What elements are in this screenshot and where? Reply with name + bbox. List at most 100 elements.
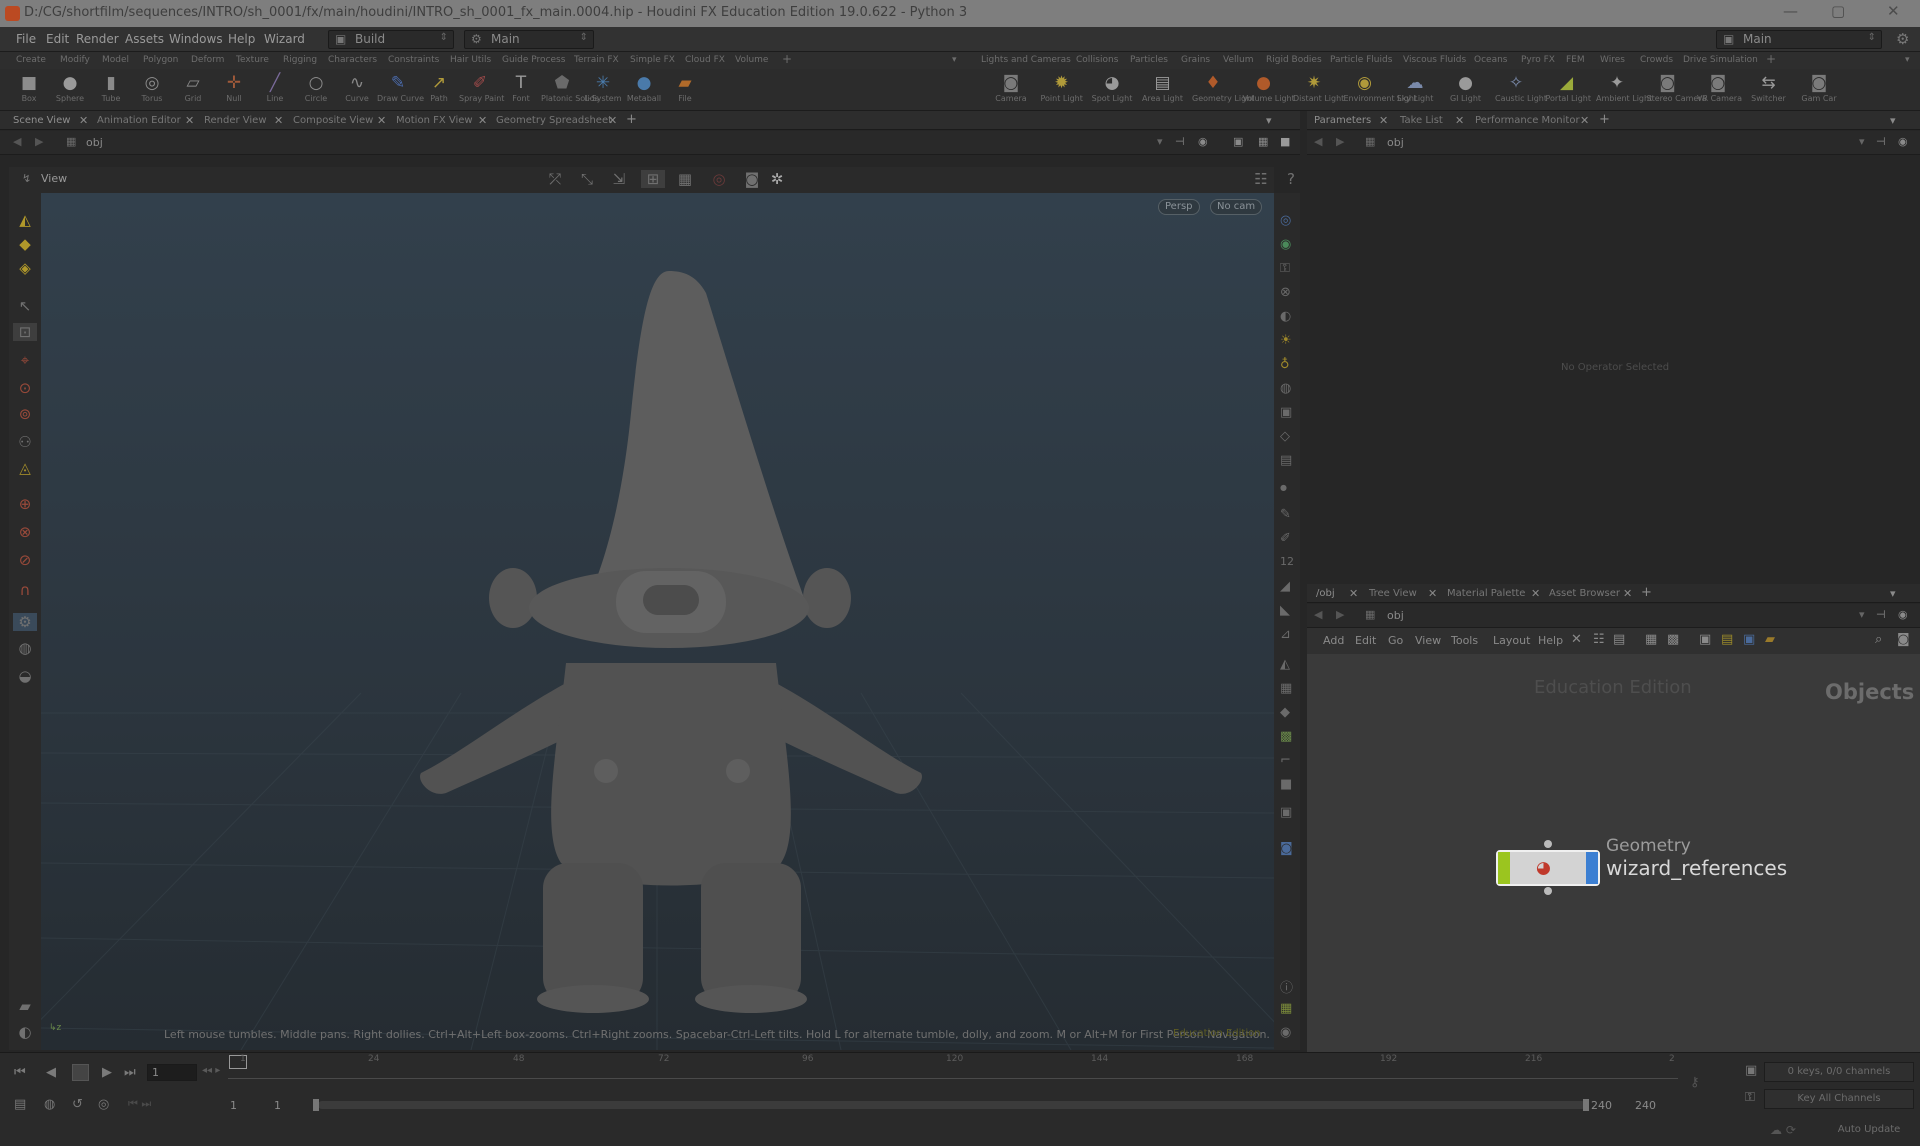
tool-icon[interactable]: ◐	[13, 1023, 37, 1041]
shelf-tab[interactable]: Particle Fluids	[1330, 55, 1392, 65]
shelf-tab[interactable]: Oceans	[1474, 55, 1507, 65]
tool-icon[interactable]: ◭	[13, 211, 37, 229]
back-arrow-icon[interactable]: ◀	[13, 135, 21, 148]
tool-torus[interactable]: ◎ Torus	[131, 72, 173, 103]
stop-button[interactable]	[72, 1064, 89, 1081]
minimize-icon[interactable]: —	[1783, 2, 1798, 20]
params-path-value[interactable]: obj	[1387, 136, 1404, 149]
node-name-label[interactable]: wizard_references	[1606, 856, 1787, 880]
channel-icon[interactable]: ▣	[1745, 1063, 1757, 1078]
scene-viewport[interactable]: Persp No cam ↳z	[41, 193, 1274, 1050]
display-icon[interactable]: ◣	[1280, 603, 1290, 618]
back-arrow-icon[interactable]: ◀	[1314, 135, 1322, 148]
close-tab-icon[interactable]: ✕	[79, 114, 88, 127]
range-slider[interactable]	[318, 1101, 1586, 1109]
node-bypass-flag[interactable]	[1498, 852, 1510, 884]
tool-icon[interactable]: ▰	[13, 997, 37, 1015]
add-shelf-icon[interactable]: +	[1766, 52, 1776, 66]
shelf-tab[interactable]: Modify	[60, 55, 90, 65]
tool-portal-light[interactable]: ◢ Portal Light	[1546, 72, 1592, 103]
shelf-tab[interactable]: Viscous Fluids	[1403, 55, 1466, 65]
node-input-connector[interactable]	[1544, 840, 1552, 848]
tool-stereo-camera[interactable]: ◙ Stereo Camera	[1647, 72, 1707, 103]
range-icon[interactable]: ⏮ ⏭	[128, 1097, 151, 1111]
display-icon[interactable]: ◐	[1280, 309, 1291, 324]
close-tab-icon[interactable]: ✕	[1623, 587, 1632, 600]
pane-menu-icon[interactable]: ▾	[1266, 114, 1272, 127]
jump-end-icon[interactable]: ⏭	[124, 1065, 136, 1080]
tab-parameters[interactable]: Parameters	[1314, 115, 1371, 126]
tool-geometry-light[interactable]: ♦ Geometry Light	[1192, 72, 1254, 103]
menu-help[interactable]: Help	[228, 32, 255, 46]
range-end-2[interactable]: 240	[1635, 1099, 1656, 1112]
search-icon[interactable]: ⌕	[1875, 632, 1882, 647]
tab-geometry-spreadsheet[interactable]: Geometry Spreadsheet	[496, 115, 612, 126]
render-icon[interactable]: ✲	[765, 170, 789, 188]
shelf-tab[interactable]: Grains	[1181, 55, 1210, 65]
grid-icon[interactable]: ▦	[1280, 1001, 1292, 1016]
shelf-tab[interactable]: Pyro FX	[1521, 55, 1555, 65]
tool-caustic-light[interactable]: ✧ Caustic Light	[1495, 72, 1547, 103]
display-icon[interactable]: ◉	[1280, 237, 1291, 252]
tab-asset-browser[interactable]: Asset Browser	[1549, 588, 1620, 599]
transform-icon[interactable]: ⇲	[607, 170, 631, 188]
forward-arrow-icon[interactable]: ▶	[1336, 608, 1344, 621]
shelf-tab[interactable]: Cloud FX	[685, 55, 725, 65]
net-menu-view[interactable]: View	[1415, 634, 1441, 647]
forward-arrow-icon[interactable]: ▶	[35, 135, 43, 148]
display-options-icon[interactable]: ☷	[1249, 170, 1273, 188]
shelf-tab[interactable]: Guide Process	[502, 55, 565, 65]
camera-icon[interactable]: ◙	[1897, 632, 1910, 647]
help-icon[interactable]: ?	[1279, 170, 1303, 188]
close-tab-icon[interactable]: ✕	[185, 114, 194, 127]
display-icon[interactable]: ◍	[1280, 381, 1291, 396]
net-menu-help[interactable]: Help	[1538, 634, 1563, 647]
shelf-menu-icon[interactable]: ▾	[1905, 55, 1910, 65]
tool-icon[interactable]: ⊗	[13, 523, 37, 541]
link-icon[interactable]: ◉	[1898, 135, 1908, 148]
close-tab-icon[interactable]: ✕	[274, 114, 283, 127]
pane-menu-icon[interactable]: ▾	[1890, 587, 1896, 600]
tool-icon[interactable]: ⊚	[13, 405, 37, 423]
close-tab-icon[interactable]: ✕	[1379, 114, 1388, 127]
range-start-2[interactable]: 1	[274, 1099, 281, 1112]
close-icon[interactable]: ⊗	[1280, 285, 1291, 300]
close-tab-icon[interactable]: ✕	[1428, 587, 1437, 600]
tab-take-list[interactable]: Take List	[1400, 115, 1443, 126]
shelf-tab[interactable]: Create	[16, 55, 46, 65]
range-start[interactable]: 1	[230, 1099, 237, 1112]
pin-icon[interactable]: ⊣	[1876, 608, 1886, 621]
shelf-tab[interactable]: Collisions	[1076, 55, 1118, 65]
link-icon[interactable]: ◉	[1198, 135, 1208, 148]
add-tab-icon[interactable]: +	[1641, 585, 1652, 600]
settings-icon[interactable]: ◎	[98, 1097, 109, 1112]
add-tab-icon[interactable]: +	[626, 112, 637, 127]
settings-icon[interactable]: ⚙	[1896, 30, 1909, 48]
audio-icon[interactable]: ◍	[44, 1097, 55, 1112]
shelf-tab[interactable]: Rigging	[283, 55, 317, 65]
light-icon[interactable]: ☀	[1280, 333, 1292, 348]
close-tab-icon[interactable]: ✕	[377, 114, 386, 127]
tab-tree-view[interactable]: Tree View	[1369, 588, 1417, 599]
tool-tube[interactable]: ▮ Tube	[90, 72, 132, 103]
close-tab-icon[interactable]: ✕	[1580, 114, 1589, 127]
menu-wizard[interactable]: Wizard	[264, 32, 305, 46]
display-icon[interactable]: ⌐	[1280, 753, 1291, 768]
net-menu-tools[interactable]: Tools	[1451, 634, 1478, 647]
handle-icon[interactable]: ⤱	[543, 170, 567, 188]
info-icon[interactable]: ⓘ	[1280, 977, 1293, 996]
tool-ambient-light[interactable]: ✦ Ambient Light	[1596, 72, 1652, 103]
display-icon[interactable]: ◇	[1280, 429, 1290, 444]
tool-null[interactable]: ✛ Null	[213, 72, 255, 103]
key-all-icon[interactable]: ⚿	[1745, 1090, 1755, 1105]
shelf-tab[interactable]: Lights and Cameras	[981, 55, 1071, 65]
tool-l-system[interactable]: ✳ L-System	[582, 72, 624, 103]
box-icon[interactable]: ▦	[1258, 135, 1268, 148]
tool-icon[interactable]: ⚇	[13, 433, 37, 451]
step-icon[interactable]: ◂◂ ▸	[202, 1065, 220, 1076]
loop-icon[interactable]: ↺	[72, 1097, 83, 1112]
jump-start-icon[interactable]: ⏮	[14, 1065, 26, 1080]
close-tab-icon[interactable]: ✕	[1455, 114, 1464, 127]
tab-scene-view[interactable]: Scene View	[13, 115, 70, 126]
display-icon[interactable]: ■	[1280, 777, 1292, 792]
